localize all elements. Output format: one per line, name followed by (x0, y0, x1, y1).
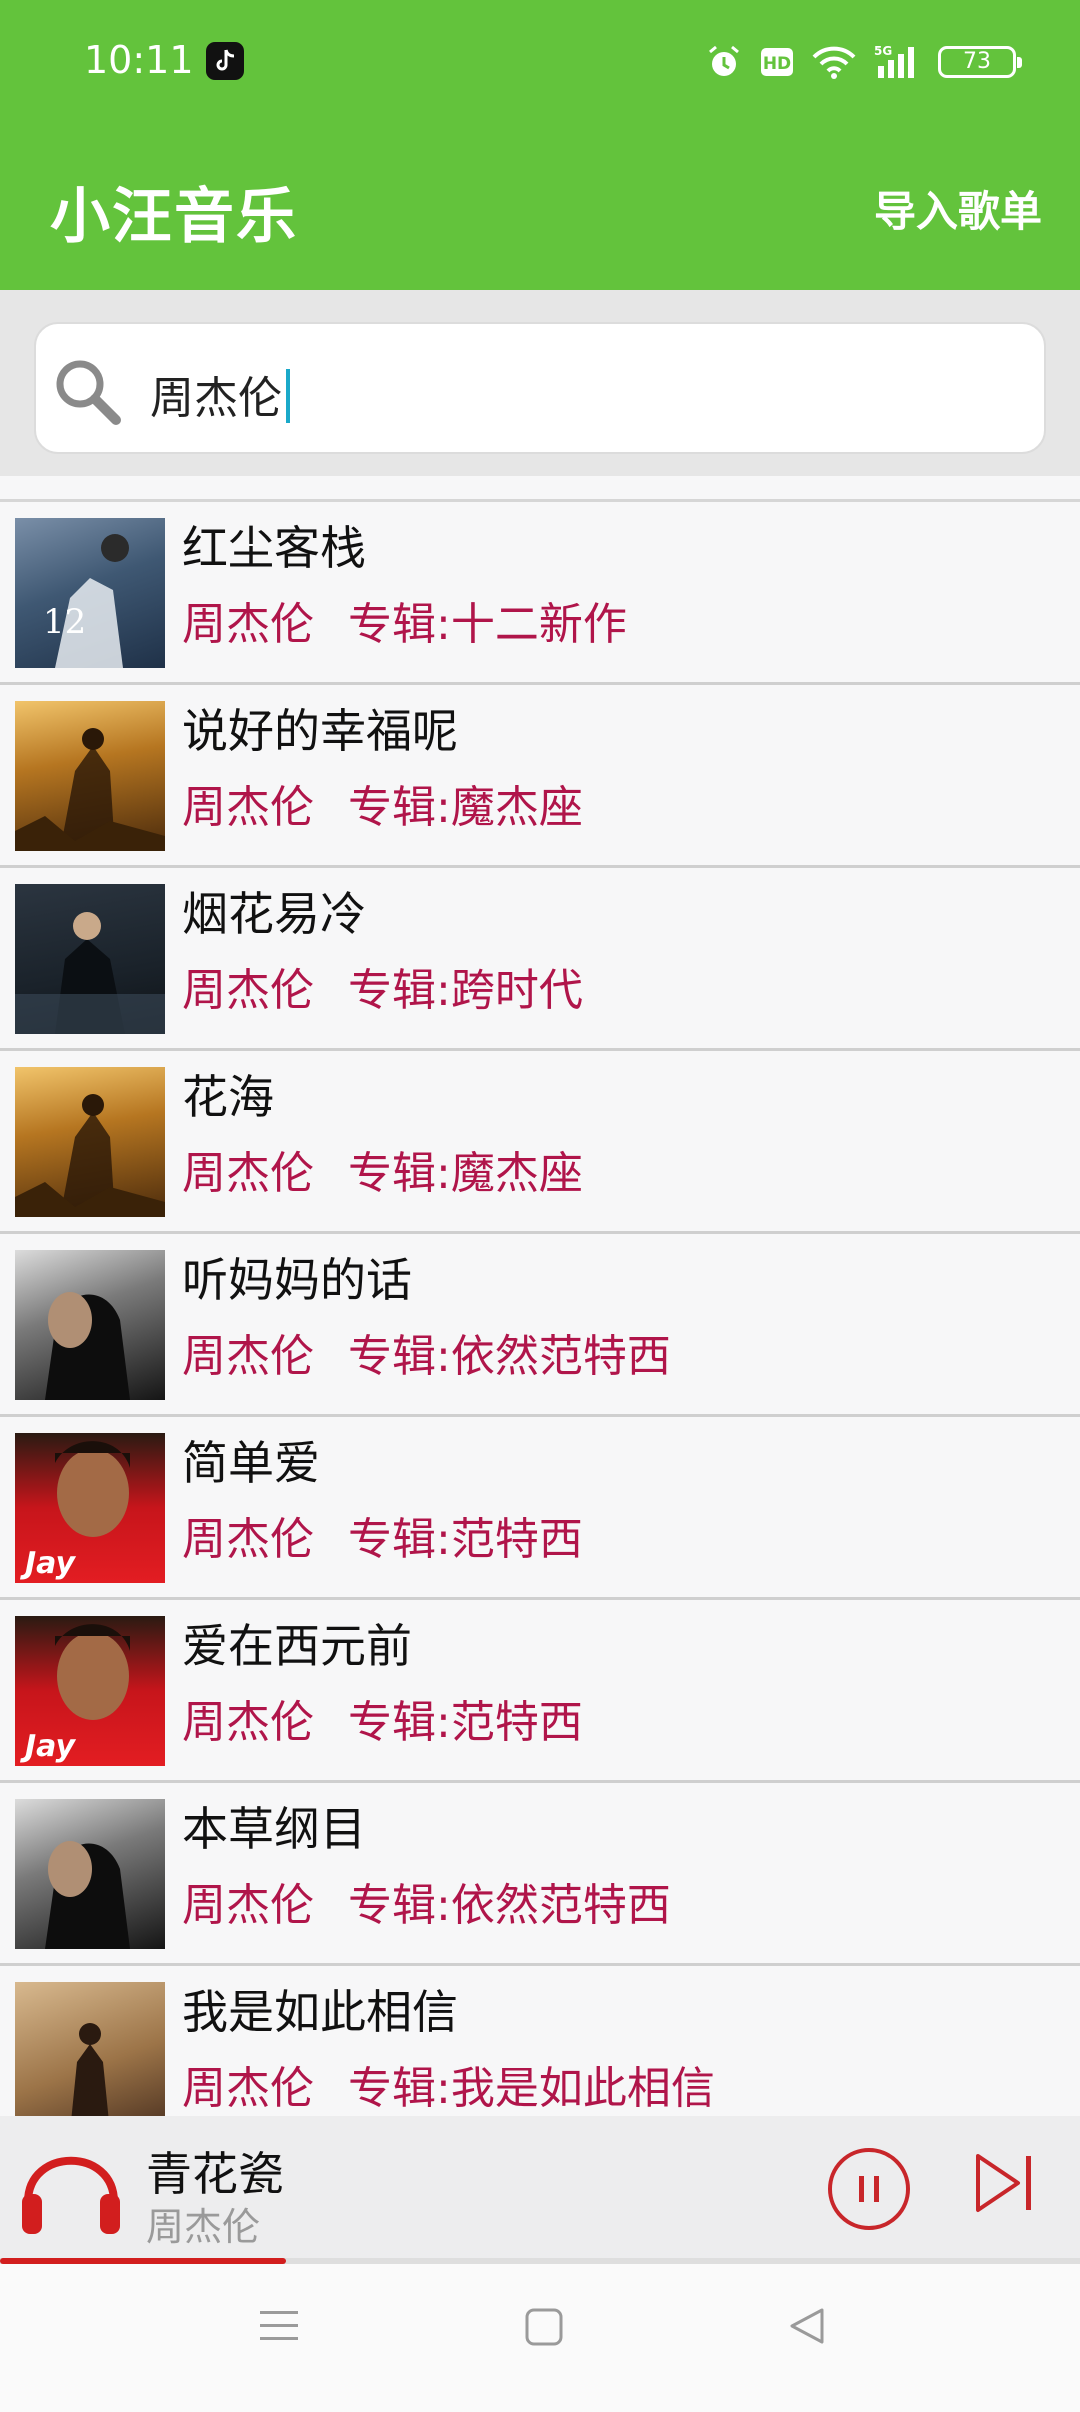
search-icon (56, 360, 121, 425)
now-playing-title: 青花瓷 (146, 2147, 284, 2201)
album-cover (15, 701, 165, 851)
album-cover: Jay (15, 1433, 165, 1583)
song-list[interactable]: 12 红尘客栈 周杰伦 专辑:十二新作 说好的幸福呢 周杰伦 专辑:魔杰座 烟花… (0, 499, 1080, 2116)
back-icon[interactable] (788, 2306, 826, 2346)
song-album: 专辑:跨时代 (348, 965, 583, 1016)
album-cover (15, 1982, 165, 2116)
song-artist: 周杰伦 (182, 1697, 314, 1748)
song-album: 专辑:范特西 (348, 1514, 583, 1565)
song-artist: 周杰伦 (182, 1514, 314, 1565)
svg-text:5G: 5G (874, 44, 892, 58)
song-meta: 周杰伦 专辑:魔杰座 (182, 771, 583, 835)
alarm-icon (709, 45, 739, 76)
home-icon[interactable] (525, 2306, 563, 2346)
song-title: 爱在西元前 (182, 1619, 412, 1673)
song-row[interactable]: 本草纲目 周杰伦 专辑:依然范特西 (0, 1783, 1080, 1966)
import-playlist-button[interactable]: 导入歌单 (874, 178, 1042, 239)
album-cover (15, 1067, 165, 1217)
song-row[interactable]: 说好的幸福呢 周杰伦 专辑:魔杰座 (0, 685, 1080, 868)
song-meta: 周杰伦 专辑:依然范特西 (182, 1320, 671, 1384)
song-album: 专辑:依然范特西 (348, 1331, 671, 1382)
song-meta: 周杰伦 专辑:我是如此相信 (182, 2052, 715, 2116)
search-area: 周杰伦 (0, 290, 1080, 476)
song-artist: 周杰伦 (182, 1880, 314, 1931)
song-artist: 周杰伦 (182, 1148, 314, 1199)
song-row[interactable]: Jay 爱在西元前 周杰伦 专辑:范特西 (0, 1600, 1080, 1783)
song-artist: 周杰伦 (182, 599, 314, 650)
song-title: 说好的幸福呢 (182, 704, 458, 758)
song-title: 花海 (182, 1070, 274, 1124)
song-artist: 周杰伦 (182, 2063, 314, 2114)
song-title: 红尘客栈 (182, 521, 366, 575)
song-album: 专辑:我是如此相信 (348, 2063, 715, 2114)
song-album: 专辑:范特西 (348, 1697, 583, 1748)
menu-icon[interactable] (260, 2306, 298, 2346)
song-row[interactable]: 烟花易冷 周杰伦 专辑:跨时代 (0, 868, 1080, 1051)
song-album: 专辑:魔杰座 (348, 1148, 583, 1199)
wifi-icon (812, 46, 856, 79)
hd-icon: HD (761, 48, 793, 76)
song-album: 专辑:十二新作 (348, 599, 627, 650)
song-meta: 周杰伦 专辑:十二新作 (182, 588, 627, 652)
system-nav-bar (0, 2264, 1080, 2412)
song-artist: 周杰伦 (182, 965, 314, 1016)
status-time: 10:11 (84, 38, 194, 82)
album-cover (15, 1250, 165, 1400)
song-meta: 周杰伦 专辑:范特西 (182, 1686, 583, 1750)
song-artist: 周杰伦 (182, 782, 314, 833)
album-cover: 12 (15, 518, 165, 668)
mini-player[interactable]: 青花瓷 周杰伦 (0, 2116, 1080, 2264)
song-row[interactable]: 我是如此相信 周杰伦 专辑:我是如此相信 (0, 1966, 1080, 2116)
song-row[interactable]: Jay 简单爱 周杰伦 专辑:范特西 (0, 1417, 1080, 1600)
song-meta: 周杰伦 专辑:跨时代 (182, 954, 583, 1018)
song-title: 本草纲目 (182, 1802, 366, 1856)
album-cover (15, 1799, 165, 1949)
song-meta: 周杰伦 专辑:魔杰座 (182, 1137, 583, 1201)
status-bar: 10:11 HD 5G 73 (0, 0, 1080, 122)
song-album: 专辑:魔杰座 (348, 782, 583, 833)
song-meta: 周杰伦 专辑:范特西 (182, 1503, 583, 1567)
battery-icon: 73 (938, 46, 1022, 78)
album-cover: Jay (15, 1616, 165, 1766)
now-playing-artist: 周杰伦 (146, 2205, 261, 2249)
app-title: 小汪音乐 (50, 182, 298, 252)
search-query: 周杰伦 (150, 373, 282, 424)
song-row[interactable]: 12 红尘客栈 周杰伦 专辑:十二新作 (0, 502, 1080, 685)
song-row[interactable]: 花海 周杰伦 专辑:魔杰座 (0, 1051, 1080, 1234)
svg-text:12: 12 (43, 602, 86, 642)
battery-level: 73 (963, 49, 991, 74)
album-cover (15, 884, 165, 1034)
headphone-icon (22, 2156, 120, 2234)
svg-text:Jay: Jay (20, 1546, 76, 1581)
song-title: 我是如此相信 (182, 1985, 458, 2039)
song-artist: 周杰伦 (182, 1331, 314, 1382)
song-title: 烟花易冷 (182, 887, 366, 941)
song-meta: 周杰伦 专辑:依然范特西 (182, 1869, 671, 1933)
app-header: 10:11 HD 5G 73 小汪音乐 导入歌单 (0, 0, 1080, 290)
text-caret (286, 369, 290, 423)
song-album: 专辑:依然范特西 (348, 1880, 671, 1931)
next-track-button[interactable] (972, 2150, 1038, 2216)
song-row[interactable]: 听妈妈的话 周杰伦 专辑:依然范特西 (0, 1234, 1080, 1417)
svg-text:Jay: Jay (20, 1729, 76, 1764)
search-input[interactable]: 周杰伦 (34, 322, 1046, 454)
pause-button[interactable] (826, 2146, 912, 2232)
song-title: 简单爱 (182, 1436, 320, 1490)
status-icons: HD 5G 73 (706, 40, 1022, 84)
signal-5g-icon: 5G (874, 44, 914, 78)
tiktok-icon (206, 42, 244, 80)
search-field-value[interactable]: 周杰伦 (150, 362, 290, 426)
song-title: 听妈妈的话 (182, 1253, 412, 1307)
svg-text:HD: HD (763, 54, 791, 74)
